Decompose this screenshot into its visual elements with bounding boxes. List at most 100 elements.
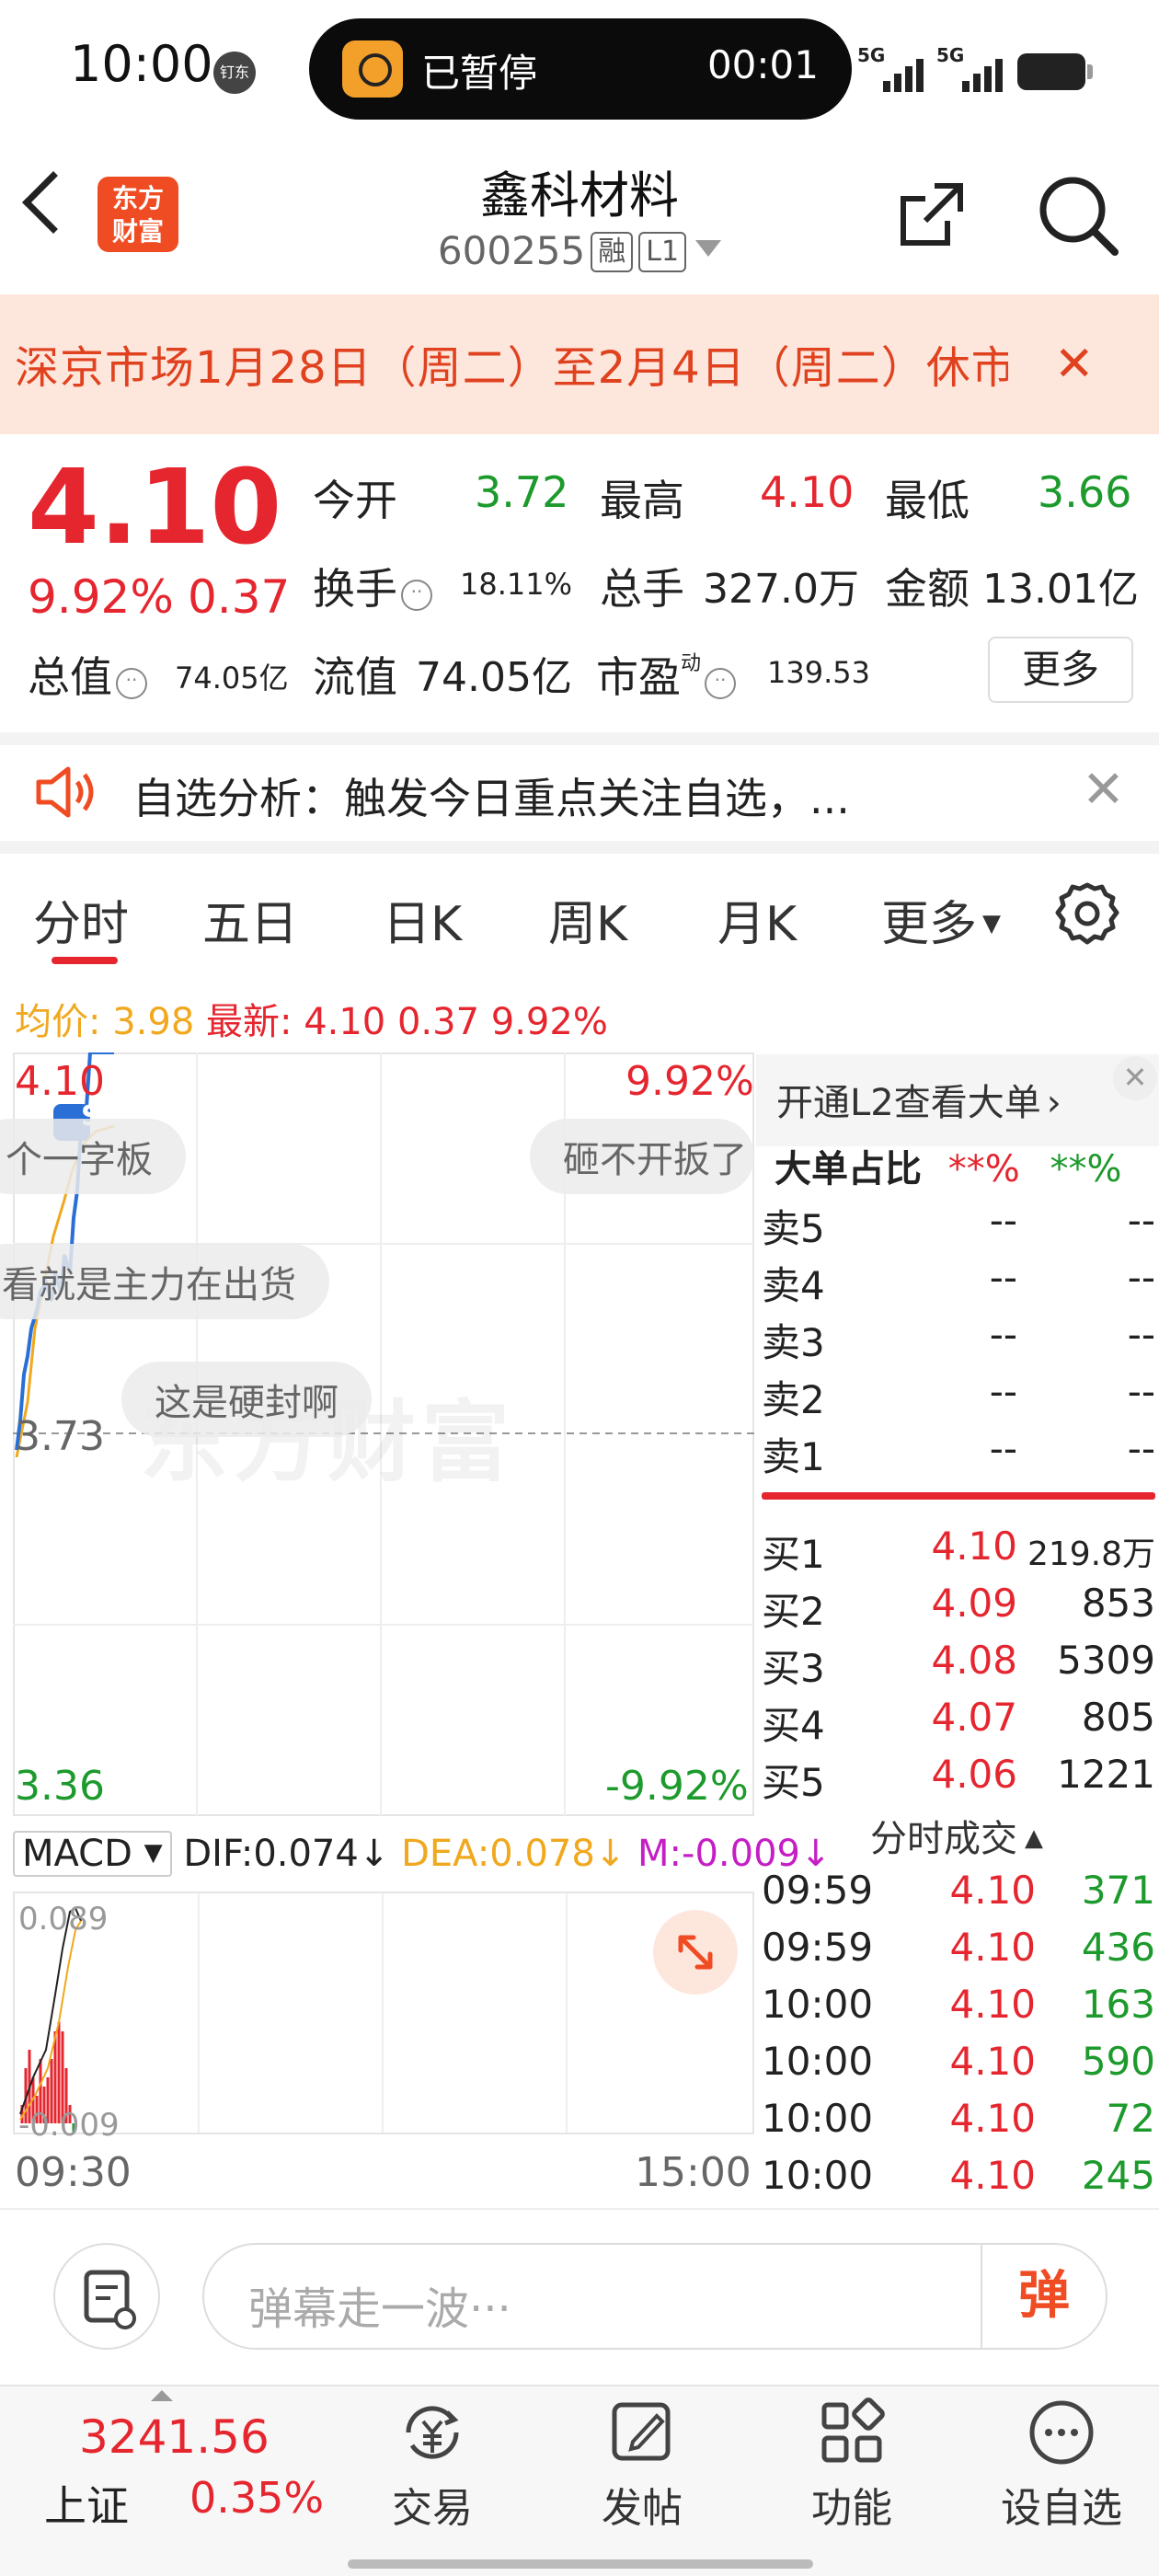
- l2-link-text: 开通L2查看大单: [776, 1082, 1041, 1124]
- chart-mid-price: 3.73: [15, 1413, 105, 1460]
- ask-label: 卖1: [762, 1434, 825, 1479]
- macd-chart[interactable]: [13, 1892, 754, 2134]
- ask-price: --: [989, 1198, 1017, 1243]
- tab-more[interactable]: 更多 ▼: [881, 885, 1001, 954]
- signal-1-icon: [883, 52, 935, 92]
- open-label: 今开: [313, 476, 397, 525]
- analysis-text: 自选分析：触发今日重点关注自选，...: [132, 774, 850, 823]
- chart-top-price: 4.10: [15, 1058, 105, 1105]
- tick-price: 4.10: [949, 1925, 1036, 1970]
- latest-change: 0.37: [396, 1001, 480, 1043]
- more-quote-button[interactable]: 更多: [988, 637, 1133, 703]
- nav-trade[interactable]: 交易: [350, 2396, 515, 2534]
- close-icon[interactable]: ✕: [1082, 760, 1125, 820]
- chart-top-pct: 9.92%: [625, 1058, 754, 1105]
- nav-trade-label: 交易: [392, 2485, 473, 2532]
- level-tag: L1: [638, 232, 687, 272]
- nav-add-watchlist[interactable]: 设自选: [979, 2396, 1144, 2534]
- macd-bottom-label: -0.009: [18, 2107, 120, 2144]
- nav-functions[interactable]: 功能: [769, 2396, 935, 2534]
- macd-top-label: 0.089: [18, 1901, 109, 1938]
- volume-label: 总手: [600, 564, 684, 614]
- index-value[interactable]: 3241.56: [79, 2410, 270, 2464]
- avg-label: 均价:: [15, 1001, 101, 1043]
- bid-row: 买2 4.09 853: [762, 1581, 1155, 1638]
- info-icon[interactable]: ··: [705, 668, 737, 699]
- macd-select[interactable]: MACD ▼: [13, 1831, 172, 1877]
- big-order-ratio: 大单占比 **% **%: [775, 1139, 1121, 1192]
- stopwatch-icon: [342, 40, 403, 98]
- bid-row: 买4 4.07 805: [762, 1695, 1155, 1752]
- ticks-title[interactable]: 分时成交 ▲: [754, 1809, 1159, 1862]
- gear-icon[interactable]: [1054, 881, 1120, 948]
- margin-tag: 融: [591, 232, 634, 272]
- index-pct[interactable]: 0.35%: [189, 2473, 324, 2523]
- bid-label: 买2: [762, 1589, 825, 1634]
- tick-volume: 245: [1081, 2153, 1155, 2198]
- nav-post[interactable]: 发帖: [559, 2396, 725, 2534]
- tab-monthly-k[interactable]: 月K: [717, 885, 797, 954]
- tick-row: 10:00 4.10 590: [762, 2039, 1155, 2096]
- note-glyph: [84, 2270, 136, 2329]
- banner-text: 深京市场1月28日（周二）至2月4日（周二）休市: [15, 342, 1008, 394]
- timer-label: 已暂停: [421, 51, 538, 96]
- high-label: 最高: [600, 476, 684, 525]
- ask-row: 卖3 -- --: [762, 1312, 1155, 1369]
- home-indicator[interactable]: [348, 2559, 813, 2569]
- danmu-send-button[interactable]: 弹: [981, 2245, 1106, 2348]
- bid-volume: 853: [1081, 1581, 1155, 1626]
- mktcap-label-text: 总值: [28, 652, 112, 702]
- speaker-icon: [36, 766, 94, 818]
- stock-name: 鑫科材料: [480, 167, 679, 224]
- tick-volume: 436: [1081, 1925, 1155, 1970]
- bid-label: 买1: [762, 1532, 825, 1577]
- signal-2-icon: [962, 52, 1014, 92]
- info-icon[interactable]: ··: [401, 580, 432, 611]
- expand-icon[interactable]: [653, 1910, 738, 1995]
- ask-label: 卖3: [762, 1320, 825, 1365]
- chart-bottom-pct: -9.92%: [605, 1763, 749, 1810]
- tick-row: 10:00 4.10 245: [762, 2153, 1155, 2210]
- tab-weekly-k[interactable]: 周K: [548, 885, 627, 954]
- tab-daily-k[interactable]: 日K: [383, 885, 462, 954]
- tick-volume: 163: [1081, 1982, 1155, 2027]
- info-icon[interactable]: ··: [116, 668, 147, 699]
- close-icon[interactable]: ✕: [1113, 1056, 1157, 1100]
- current-price: 4.10: [28, 448, 282, 568]
- close-icon[interactable]: ✕: [1054, 340, 1095, 388]
- turnover-value: 18.11%: [460, 567, 573, 602]
- market-closure-banner[interactable]: 深京市场1月28日（周二）至2月4日（周二）休市 ✕: [0, 294, 1159, 434]
- bid-price: 4.06: [931, 1752, 1017, 1797]
- mktcap-label: 总值 ··: [28, 644, 155, 705]
- search-icon[interactable]: [1036, 173, 1120, 258]
- change-amount: 0.37: [188, 570, 291, 624]
- avg-price-row: 均价: 3.98 最新: 4.10 0.37 9.92%: [15, 992, 608, 1045]
- tab-five-day[interactable]: 五日: [202, 885, 298, 954]
- macd-chart-graphics: [19, 1893, 568, 2134]
- bid-volume: 1221: [1057, 1752, 1155, 1797]
- stock-code: 600255: [437, 228, 586, 273]
- index-name[interactable]: 上证: [44, 2473, 129, 2534]
- chevron-right-icon: ›: [1046, 1082, 1061, 1124]
- danmu-input[interactable]: 弹幕走一波···: [202, 2243, 1107, 2350]
- tick-time: 09:59: [762, 1868, 874, 1913]
- tab-intraday[interactable]: 分时: [33, 885, 129, 954]
- time-axis-end: 15:00: [635, 2149, 752, 2196]
- open-l2-link[interactable]: 开通L2查看大单 ›: [756, 1054, 1159, 1146]
- share-icon[interactable]: [898, 180, 966, 248]
- note-settings-icon[interactable]: [53, 2243, 160, 2350]
- stock-code-row[interactable]: 600255 融 L1: [0, 228, 1159, 273]
- ask-volume: --: [1127, 1426, 1155, 1471]
- tick-row: 09:59 4.10 436: [762, 1925, 1155, 1982]
- timer-pill[interactable]: 已暂停 00:01: [309, 18, 852, 120]
- low-value: 3.66: [1038, 467, 1132, 517]
- ask-price: --: [989, 1312, 1017, 1357]
- caret-down-icon: ▼: [143, 1839, 163, 1867]
- macd-dea: DEA:0.078↓: [401, 1833, 626, 1875]
- battery-icon: [1017, 53, 1093, 90]
- pe-label-text: 市盈: [596, 652, 681, 702]
- danmu-bubble: 这是硬封啊: [121, 1362, 372, 1437]
- ask-row: 卖4 -- --: [762, 1255, 1155, 1312]
- float-label: 流值: [313, 652, 397, 702]
- danmu-bubble: 砸不开扳了: [530, 1119, 754, 1194]
